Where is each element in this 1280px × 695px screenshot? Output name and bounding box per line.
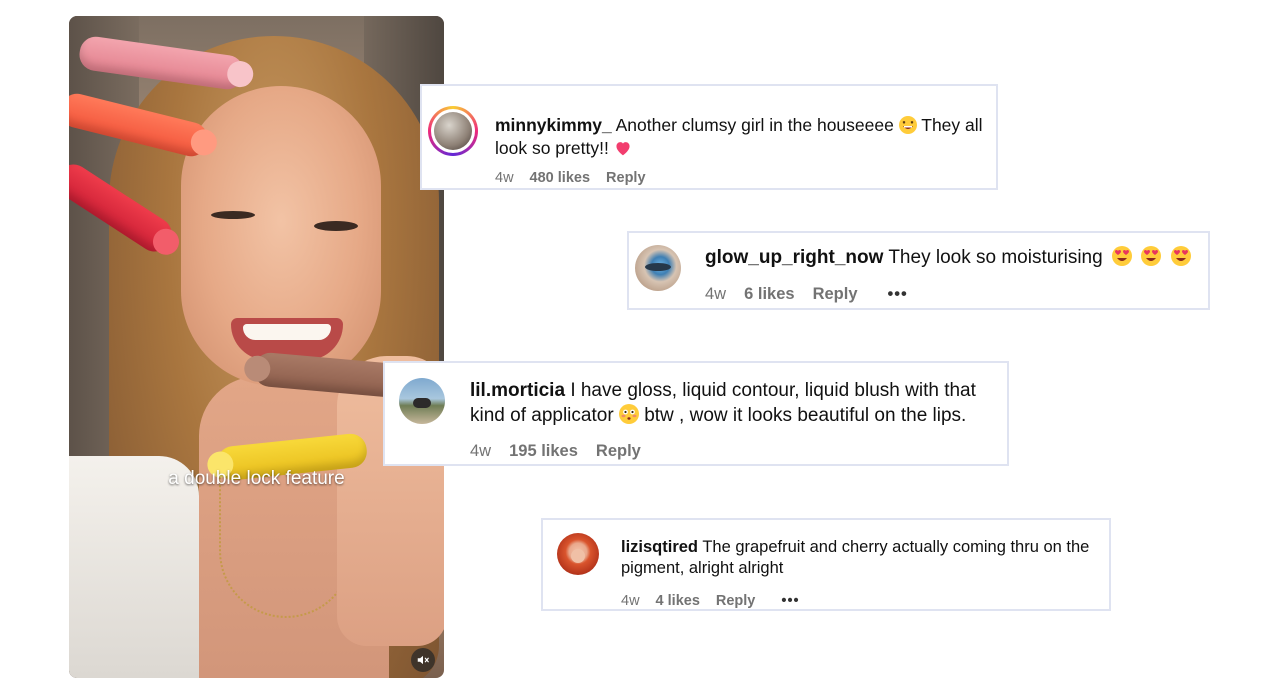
comment-username[interactable]: lil.morticia bbox=[470, 380, 565, 401]
avatar[interactable] bbox=[557, 533, 599, 575]
comment-card: lil.morticia I have gloss, liquid contou… bbox=[383, 361, 1009, 466]
video-subject-eye bbox=[211, 211, 255, 219]
comment-body: lil.morticia I have gloss, liquid contou… bbox=[470, 379, 1010, 428]
video-subject-teeth bbox=[243, 324, 331, 340]
reply-button[interactable]: Reply bbox=[596, 442, 641, 461]
comment-username[interactable]: glow_up_right_now bbox=[705, 247, 883, 268]
comment-likes[interactable]: 480 likes bbox=[530, 170, 590, 186]
comment-body: minnykimmy_ Another clumsy girl in the h… bbox=[495, 114, 995, 160]
comment-meta: 4w 6 likes Reply ••• bbox=[705, 285, 908, 304]
comment-card: lizisqtired The grapefruit and cherry ac… bbox=[541, 518, 1111, 611]
reply-button[interactable]: Reply bbox=[606, 170, 646, 186]
pink-heart-icon bbox=[614, 137, 632, 160]
comment-meta: 4w 480 likes Reply bbox=[495, 170, 646, 186]
video-caption: a double lock feature bbox=[168, 468, 345, 489]
comment-timestamp: 4w bbox=[470, 442, 492, 460]
comment-card: glow_up_right_now They look so moisturis… bbox=[627, 231, 1210, 310]
comment-timestamp: 4w bbox=[495, 170, 514, 186]
muted-speaker-icon[interactable] bbox=[411, 648, 435, 672]
grinning-squinting-face-icon bbox=[898, 116, 917, 134]
heart-eyes-face-icon bbox=[1141, 246, 1162, 266]
comment-meta: 4w 4 likes Reply ••• bbox=[621, 593, 800, 609]
comment-text: Another clumsy girl in the houseeee bbox=[615, 115, 894, 135]
heart-eyes-face-icon bbox=[1111, 246, 1132, 266]
more-options-icon[interactable]: ••• bbox=[781, 593, 799, 609]
video-subject-eye bbox=[314, 221, 358, 231]
comment-likes[interactable]: 6 likes bbox=[744, 285, 794, 304]
comment-body: lizisqtired The grapefruit and cherry ac… bbox=[621, 537, 1106, 580]
avatar[interactable] bbox=[399, 378, 445, 424]
comment-username[interactable]: lizisqtired bbox=[621, 538, 698, 556]
reply-button[interactable]: Reply bbox=[716, 593, 756, 609]
screenshot-canvas: a double lock feature minnykimmy_ Anothe… bbox=[0, 0, 1280, 695]
video-player[interactable]: a double lock feature bbox=[69, 16, 444, 678]
comment-username[interactable]: minnykimmy_ bbox=[495, 115, 612, 135]
heart-eyes-face-icon bbox=[1170, 246, 1191, 266]
comment-text: btw , wow it looks beautiful on the lips… bbox=[638, 404, 967, 426]
comment-timestamp: 4w bbox=[621, 593, 640, 609]
more-options-icon[interactable]: ••• bbox=[888, 285, 908, 304]
avatar[interactable] bbox=[635, 245, 681, 291]
comment-meta: 4w 195 likes Reply bbox=[470, 442, 641, 461]
comment-text: They look so moisturising bbox=[888, 247, 1103, 268]
avatar[interactable] bbox=[428, 106, 478, 156]
comment-body: glow_up_right_now They look so moisturis… bbox=[705, 246, 1205, 271]
comment-timestamp: 4w bbox=[705, 285, 727, 303]
comment-likes[interactable]: 4 likes bbox=[656, 593, 700, 609]
comment-likes[interactable]: 195 likes bbox=[509, 442, 578, 461]
flushed-face-icon bbox=[618, 403, 639, 424]
reply-button[interactable]: Reply bbox=[813, 285, 858, 304]
comment-card: minnykimmy_ Another clumsy girl in the h… bbox=[420, 84, 998, 190]
